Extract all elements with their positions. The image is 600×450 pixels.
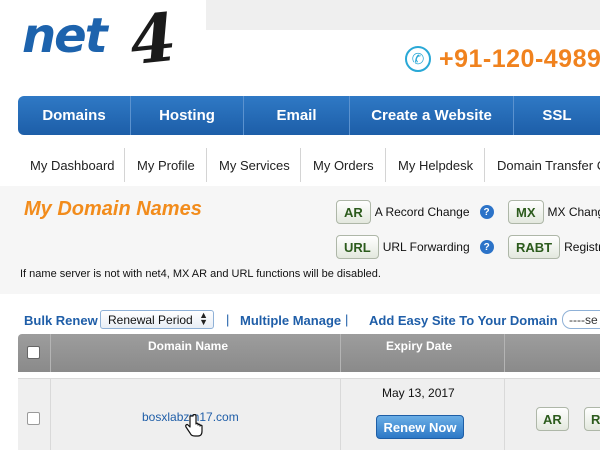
logo-text: net <box>22 8 108 64</box>
sub-nav-my-helpdesk[interactable]: My Helpdesk <box>386 148 485 182</box>
main-nav: Domains Hosting Email Create a Website S… <box>18 96 600 135</box>
select-all-checkbox[interactable] <box>27 346 40 359</box>
sub-nav-my-dashboard[interactable]: My Dashboard <box>18 148 125 182</box>
sub-nav-my-profile[interactable]: My Profile <box>125 148 207 182</box>
name-server-notice: If name server is not with net4, MX AR a… <box>20 268 381 280</box>
legend-label: Registr <box>564 240 600 254</box>
renewal-period-value: Renewal Period <box>108 312 193 327</box>
domain-table-header: Domain Name Expiry Date <box>18 334 600 372</box>
legend-a-record: AR A Record Change ? <box>336 200 494 224</box>
main-nav-create-website[interactable]: Create a Website <box>350 96 514 135</box>
multiple-manage-link[interactable]: Multiple Manage <box>240 313 341 328</box>
legend-rabt: RABT Registr <box>508 235 600 259</box>
rabt-badge: RABT <box>508 235 561 259</box>
row-checkbox[interactable] <box>27 412 40 425</box>
header-top-bar <box>206 0 600 30</box>
legend-mx: MX MX Chang <box>508 200 600 224</box>
add-easy-site-link[interactable]: Add Easy Site To Your Domain <box>369 313 558 328</box>
phone-icon: ✆ <box>405 46 431 72</box>
sub-nav-domain-transfer[interactable]: Domain Transfer C <box>485 148 600 182</box>
domain-toolbar: Bulk Renew Renewal Period ▲ ▼ | Multiple … <box>0 306 600 334</box>
legend-url-forwarding: URL URL Forwarding ? <box>336 235 494 259</box>
select-arrows-icon: ▲ ▼ <box>199 310 208 327</box>
ar-action-button[interactable]: AR <box>536 407 569 431</box>
help-icon[interactable]: ? <box>479 240 494 254</box>
logo-digit: 4 <box>126 0 180 81</box>
mx-badge: MX <box>508 200 544 224</box>
search-select[interactable]: ----se <box>562 310 600 329</box>
column-divider <box>504 334 505 372</box>
bulk-renew-link[interactable]: Bulk Renew <box>24 313 98 328</box>
table-row: bosxlabzm17.com May 13, 2017 Renew Now A… <box>18 378 600 450</box>
legend-label: A Record Change <box>374 205 470 219</box>
page-title: My Domain Names <box>24 198 202 220</box>
account-sub-nav: My Dashboard My Profile My Services My O… <box>18 148 600 182</box>
sub-nav-my-services[interactable]: My Services <box>207 148 301 182</box>
ar-badge: AR <box>336 200 371 224</box>
column-divider <box>50 379 51 450</box>
phone-contact: ✆ +91-120-4989 <box>405 42 600 76</box>
legend-label: URL Forwarding <box>382 240 470 254</box>
column-expiry-date: Expiry Date <box>386 339 453 353</box>
main-nav-email[interactable]: Email <box>244 96 350 135</box>
toolbar-separator: | <box>226 312 230 327</box>
column-divider <box>504 379 505 450</box>
column-divider <box>340 334 341 372</box>
renewal-period-select[interactable]: Renewal Period ▲ ▼ <box>100 310 214 329</box>
toolbar-separator: | <box>345 312 349 327</box>
net4-logo[interactable]: net 4 <box>22 0 180 84</box>
renew-now-button[interactable]: Renew Now <box>376 415 464 439</box>
site-header: net 4 ✆ +91-120-4989 <box>0 0 600 92</box>
main-nav-ssl[interactable]: SSL <box>514 96 600 135</box>
expiry-date: May 13, 2017 <box>382 386 455 400</box>
phone-number: +91-120-4989 <box>439 44 600 73</box>
column-divider <box>50 334 51 372</box>
main-nav-domains[interactable]: Domains <box>18 96 131 135</box>
rabt-action-button[interactable]: R <box>584 407 600 431</box>
hand-cursor-icon <box>185 414 203 437</box>
url-badge: URL <box>336 235 379 259</box>
main-nav-hosting[interactable]: Hosting <box>131 96 244 135</box>
legend-label: MX Chang <box>547 205 600 219</box>
help-icon[interactable]: ? <box>479 205 494 219</box>
column-divider <box>340 379 341 450</box>
sub-nav-my-orders[interactable]: My Orders <box>301 148 386 182</box>
column-domain-name: Domain Name <box>148 339 229 353</box>
